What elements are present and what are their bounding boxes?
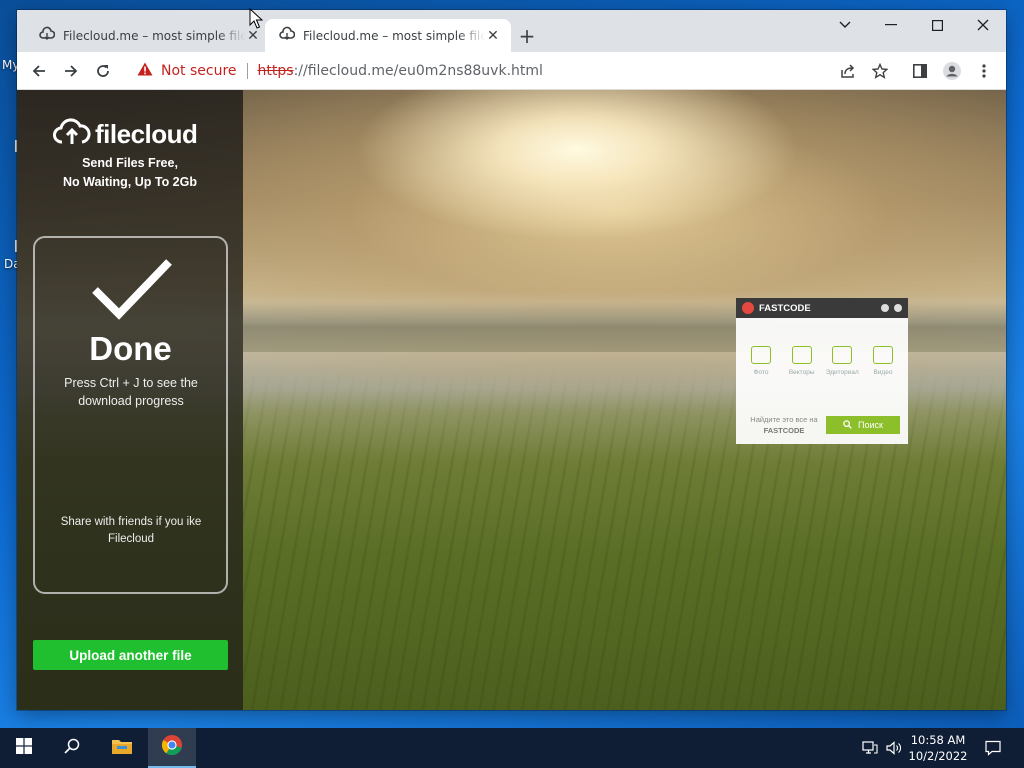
chat-icon[interactable]	[894, 304, 902, 312]
filecloud-logo[interactable]: filecloud	[53, 118, 198, 151]
tagline: Send Files Free, No Waiting, Up To 2Gb	[17, 154, 243, 192]
fastcode-category-editorial[interactable]: Эдиториал	[825, 346, 859, 376]
sidebar-panel: filecloud Send Files Free, No Waiting, U…	[17, 90, 243, 710]
cloud-upload-icon	[53, 118, 91, 151]
profile-avatar-icon[interactable]	[938, 57, 966, 85]
side-panel-icon[interactable]	[906, 57, 934, 85]
chrome-taskbar-button[interactable]	[148, 728, 196, 768]
download-hint: Press Ctrl + J to see the download progr…	[64, 376, 198, 408]
fastcode-search-label: Поиск	[858, 420, 883, 430]
fastcode-category-video[interactable]: Видео	[866, 346, 900, 376]
new-tab-button[interactable]: +	[515, 24, 539, 48]
taskbar: 10:58 AM 10/2/2022	[0, 728, 1024, 768]
fastcode-category-label: Фото	[753, 369, 769, 376]
download-status-card: Done Press Ctrl + J to see the download …	[33, 236, 228, 594]
fastcode-category-photo[interactable]: Фото	[744, 346, 778, 376]
tab-search-chevron-icon[interactable]	[822, 10, 868, 40]
share-text: Share with friends if you ike Filecloud	[60, 516, 202, 545]
fastcode-header-icons	[881, 304, 902, 312]
fastcode-category-vectors[interactable]: Векторы	[785, 346, 819, 376]
tab-title: Filecloud.me – most simple file sharing	[303, 28, 485, 43]
fastcode-header: FASTCODE	[736, 298, 908, 318]
fastcode-category-label: Векторы	[788, 369, 815, 376]
clock-date: 10/2/2022	[908, 749, 968, 763]
bookmark-star-icon[interactable]	[866, 57, 894, 85]
vector-file-icon	[791, 346, 812, 364]
tagline-line: No Waiting, Up To 2Gb	[62, 175, 197, 189]
not-secure-label[interactable]: Not secure	[161, 63, 237, 79]
cloud-favicon-icon	[39, 26, 56, 45]
windows-logo-icon	[16, 737, 32, 759]
url-text: ://filecloud.me/eu0m2ns88uvk.html	[293, 63, 543, 79]
share-icon[interactable]	[834, 57, 862, 85]
system-clock[interactable]: 10:58 AM 10/2/2022	[906, 732, 970, 764]
back-arrow-icon[interactable]	[25, 57, 53, 85]
newspaper-icon	[832, 346, 853, 364]
clock-time: 10:58 AM	[910, 733, 966, 747]
maximize-button[interactable]	[914, 10, 960, 40]
tab-title: Filecloud.me – most simple file sharing	[63, 28, 245, 43]
search-button[interactable]	[50, 728, 94, 768]
tagline-line: Send Files Free,	[82, 156, 178, 170]
warning-triangle-icon[interactable]	[137, 62, 153, 80]
reload-icon[interactable]	[89, 57, 117, 85]
browser-window: Filecloud.me – most simple file sharing …	[17, 10, 1006, 710]
camera-icon	[751, 346, 771, 364]
omnibox-divider	[246, 63, 248, 79]
tab-filecloud-2[interactable]: Filecloud.me – most simple file sharing …	[265, 19, 511, 52]
fastcode-categories: Фото Векторы Эдиториал Видео	[744, 346, 900, 376]
fastcode-ad-widget[interactable]: FASTCODE Фото Векторы Эдиториал Видео На…	[736, 298, 908, 444]
file-explorer-button[interactable]	[100, 728, 144, 768]
minimize-button[interactable]	[868, 10, 914, 40]
forward-arrow-icon[interactable]	[57, 57, 85, 85]
network-icon[interactable]	[858, 728, 882, 768]
notifications-icon[interactable]	[978, 728, 1008, 768]
upload-another-file-button[interactable]: Upload another file	[33, 640, 228, 670]
fastcode-find-text: Найдите это все на FASTCODE	[740, 414, 828, 436]
fastcode-brand: FASTCODE	[759, 302, 811, 314]
start-button[interactable]	[4, 728, 44, 768]
phone-icon[interactable]	[881, 304, 889, 312]
mouse-cursor-icon	[249, 7, 264, 35]
close-tab-icon[interactable]: ✕	[485, 28, 501, 44]
video-camera-icon	[872, 346, 893, 364]
checkmark-icon	[91, 256, 173, 325]
fastcode-category-label: Эдиториал	[825, 369, 859, 376]
tab-strip: Filecloud.me – most simple file sharing …	[17, 10, 1006, 52]
kebab-menu-icon[interactable]	[970, 57, 998, 85]
fastcode-search-button[interactable]: Поиск	[826, 416, 900, 434]
fastcode-find-line: Найдите это все на	[750, 415, 818, 424]
search-icon	[843, 419, 852, 431]
fastcode-find-brand: FASTCODE	[763, 426, 805, 435]
fastcode-category-label: Видео	[873, 369, 893, 376]
close-window-button[interactable]	[960, 10, 1006, 40]
fastcode-flame-icon	[742, 302, 754, 314]
tab-filecloud-1[interactable]: Filecloud.me – most simple file sharing …	[25, 19, 271, 52]
url-scheme: https	[257, 63, 294, 79]
cloud-favicon-icon	[279, 26, 296, 45]
logo-text: filecloud	[95, 119, 198, 149]
volume-icon[interactable]	[882, 728, 906, 768]
done-title: Done	[89, 330, 172, 367]
search-icon	[64, 738, 80, 759]
chrome-icon	[161, 734, 183, 761]
page-content: filecloud Send Files Free, No Waiting, U…	[17, 90, 1006, 710]
address-bar[interactable]: Not secure https ://filecloud.me/eu0m2ns…	[127, 56, 879, 86]
folder-icon	[111, 737, 133, 760]
browser-toolbar: Not secure https ://filecloud.me/eu0m2ns…	[17, 52, 1006, 90]
